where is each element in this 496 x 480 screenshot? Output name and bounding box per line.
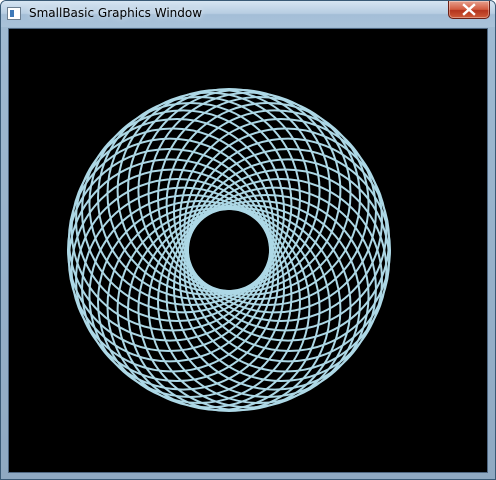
close-button[interactable] [448, 1, 490, 19]
graphics-window: SmallBasic Graphics Window [0, 0, 496, 480]
smallbasic-window-icon[interactable] [7, 7, 21, 20]
graphics-canvas[interactable] [9, 29, 487, 472]
window-title: SmallBasic Graphics Window [29, 6, 203, 20]
graphics-canvas-area[interactable] [8, 28, 488, 473]
title-bar[interactable]: SmallBasic Graphics Window [1, 1, 495, 27]
close-icon [462, 3, 476, 16]
